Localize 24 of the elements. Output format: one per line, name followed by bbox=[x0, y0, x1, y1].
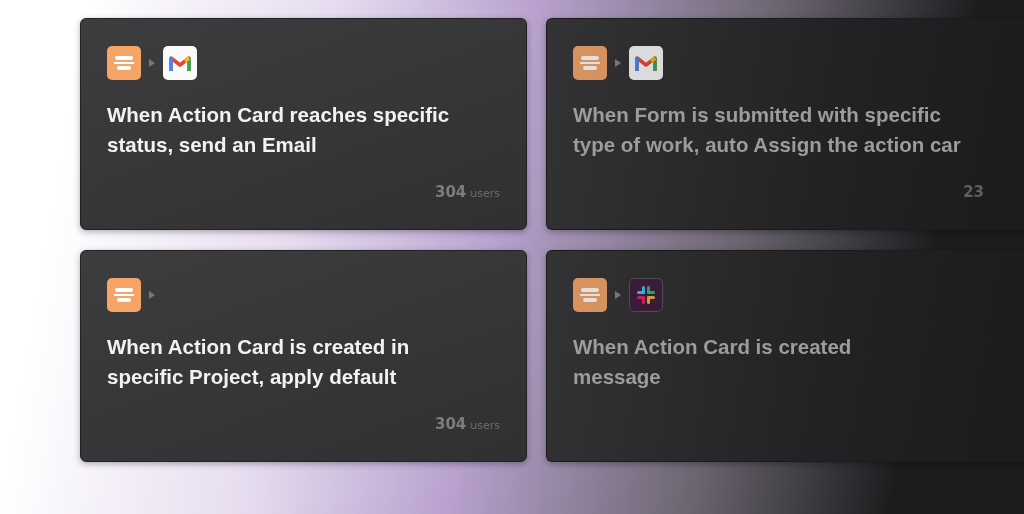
card-title: When Action Card is created message bbox=[573, 334, 852, 390]
app-logo-icon bbox=[107, 46, 141, 80]
automation-card[interactable]: When Action Card reaches specific status, send an Email 304 users bbox=[80, 18, 527, 230]
user-count-label: users bbox=[470, 419, 500, 432]
app-logo-icon bbox=[573, 46, 607, 80]
arrow-icon bbox=[149, 291, 155, 299]
user-count-label: users bbox=[470, 187, 500, 200]
card-title: When Form is submitted with specific type of work, auto Assign the action car bbox=[573, 102, 961, 158]
app-logo-icon bbox=[107, 278, 141, 312]
user-count: 304 bbox=[434, 183, 467, 201]
slack-logo-icon bbox=[629, 278, 663, 312]
user-count: 304 bbox=[434, 415, 467, 433]
automation-card[interactable]: When Form is submitted with specific type of work, auto Assign the action car 23 bbox=[546, 18, 1024, 230]
mail-logo-icon bbox=[163, 46, 197, 80]
user-count: 23 bbox=[963, 183, 984, 201]
automation-card[interactable]: When Action Card is created message bbox=[546, 250, 1024, 462]
automation-card[interactable]: When Action Card is created in specific Project, apply default 304 users bbox=[80, 250, 527, 462]
app-logo-icon bbox=[573, 278, 607, 312]
card-title: When Action Card is created in specific Project, apply default bbox=[107, 334, 410, 390]
arrow-icon bbox=[615, 291, 621, 299]
arrow-icon bbox=[149, 59, 155, 67]
card-title: When Action Card reaches specific status, send an Email bbox=[107, 102, 450, 158]
mail-logo-icon bbox=[629, 46, 663, 80]
arrow-icon bbox=[615, 59, 621, 67]
